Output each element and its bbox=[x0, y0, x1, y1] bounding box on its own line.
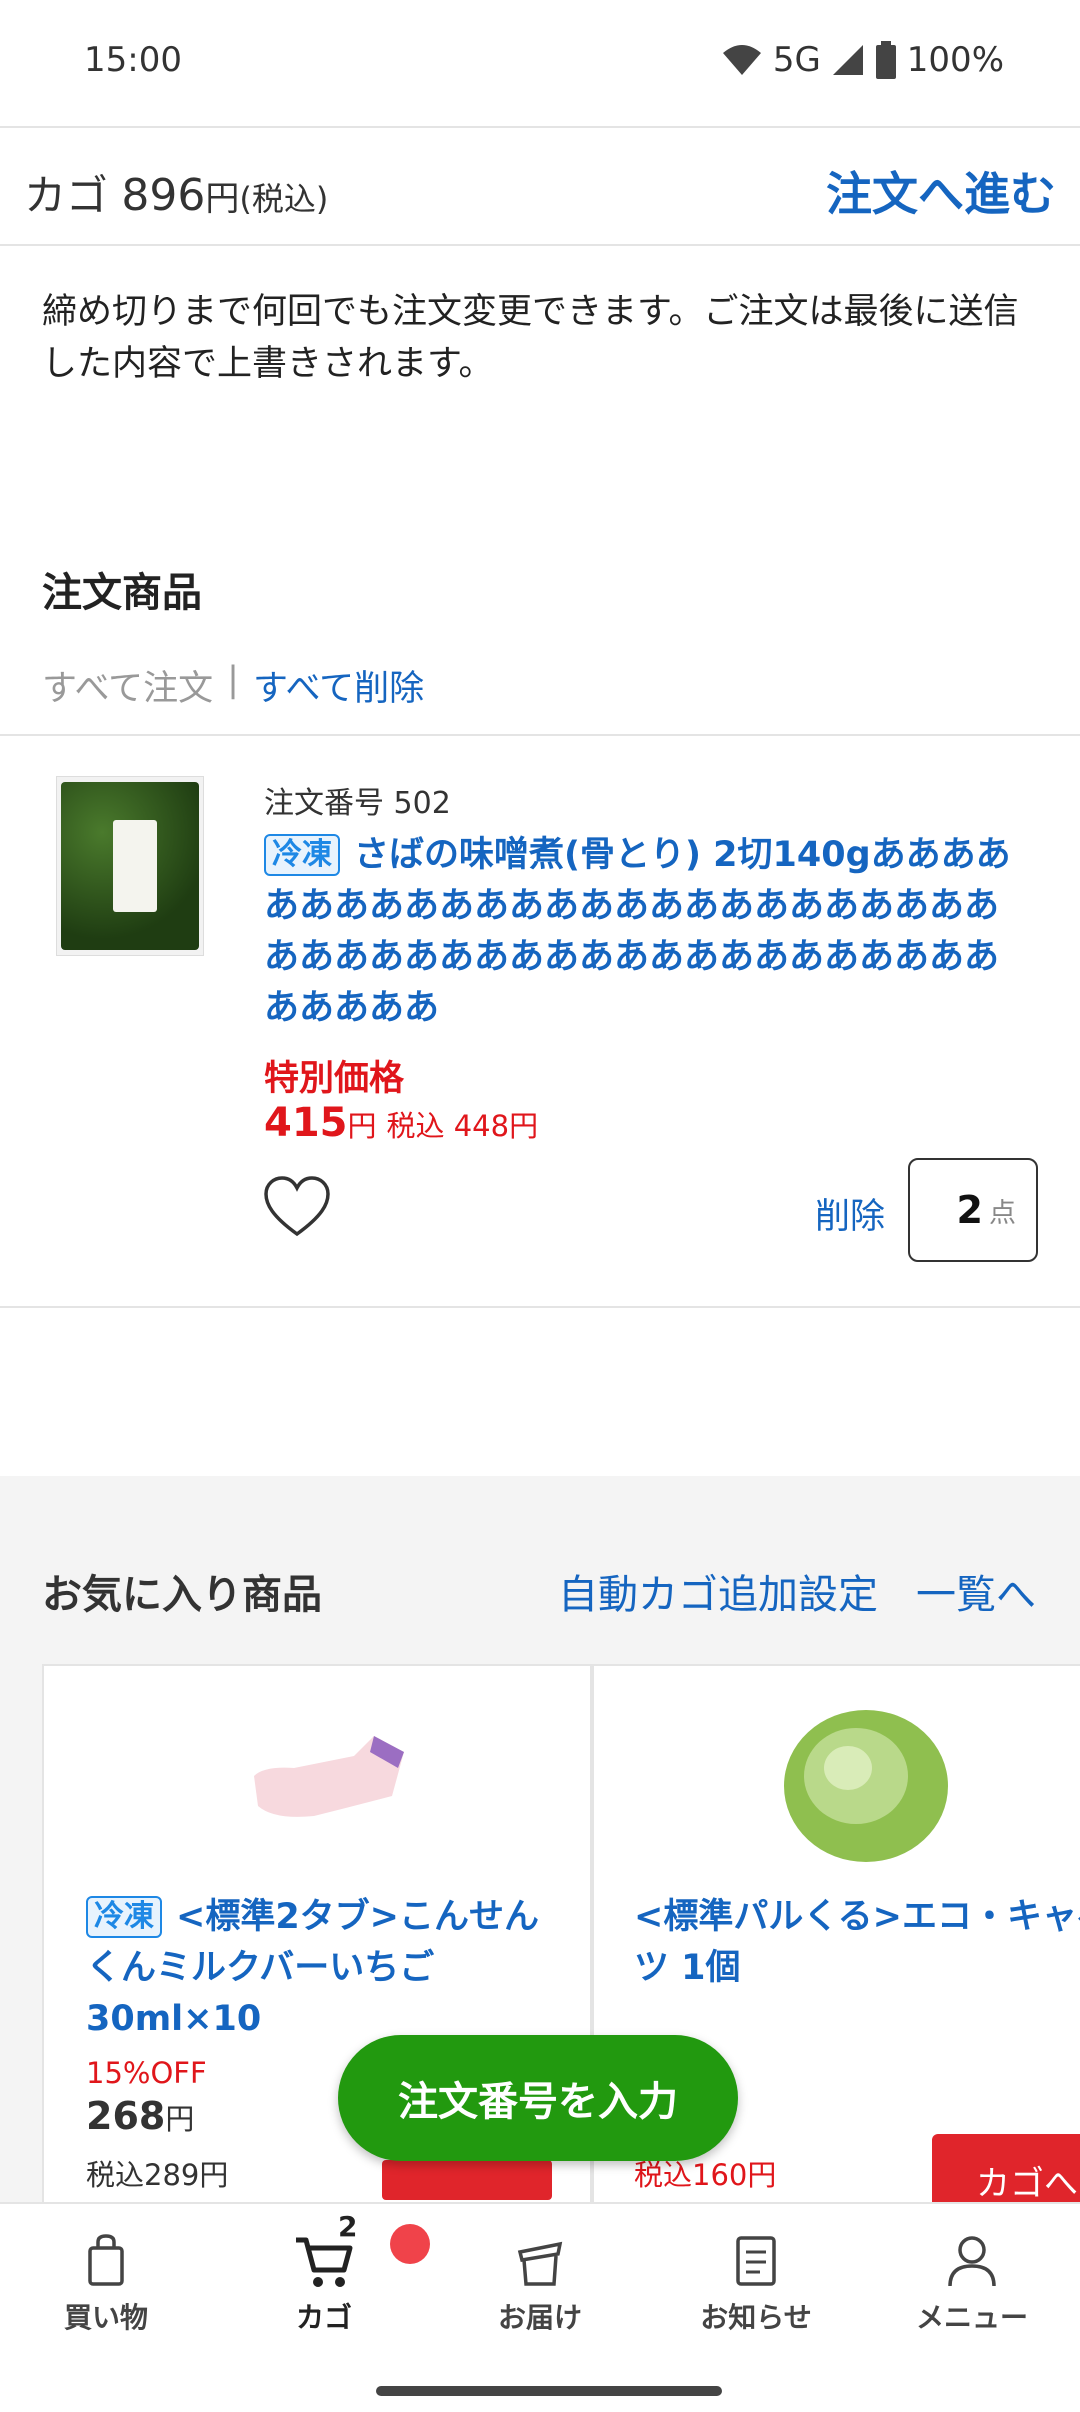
enter-order-number-button[interactable]: 注文番号を入力 bbox=[338, 2035, 738, 2161]
delete-all-button[interactable]: すべて削除 bbox=[253, 660, 424, 711]
status-icons: 5G 100% bbox=[721, 40, 1004, 80]
delivery-box-icon bbox=[517, 2241, 563, 2286]
notification-dot bbox=[390, 2224, 430, 2264]
cart-header: カゴ 896円(税込) 注文へ進む bbox=[0, 126, 1080, 246]
bulk-separator: | bbox=[227, 660, 239, 700]
frozen-tag: 冷凍 bbox=[264, 834, 340, 876]
cart-label: カゴ bbox=[24, 171, 109, 220]
nav-label-shopping: 買い物 bbox=[63, 2301, 148, 2334]
quantity-selector[interactable]: 2 点 bbox=[908, 1158, 1038, 1262]
nav-item-shopping[interactable]: 買い物 bbox=[16, 2230, 196, 2336]
quantity-value: 2 bbox=[956, 1188, 983, 1232]
order-all-button[interactable]: すべて注文 bbox=[42, 660, 213, 711]
cart-total: カゴ 896円(税込) bbox=[24, 162, 328, 223]
battery-level: 100% bbox=[906, 40, 1004, 80]
favorite-tax-price: 税込289円 bbox=[86, 2158, 229, 2192]
home-indicator[interactable] bbox=[376, 2386, 722, 2396]
nav-label-delivery: お届け bbox=[497, 2301, 582, 2334]
add-to-cart-button[interactable] bbox=[382, 2160, 552, 2200]
nav-label-menu: メニュー bbox=[915, 2301, 1028, 2334]
cart-tax-note: (税込) bbox=[239, 180, 329, 218]
order-items-title: 注文商品 bbox=[42, 570, 202, 616]
checkout-link[interactable]: 注文へ進む bbox=[826, 158, 1056, 224]
auto-cart-settings-link[interactable]: 自動カゴ追加設定 bbox=[558, 1562, 878, 1620]
favorite-heart-icon[interactable] bbox=[262, 1174, 332, 1240]
cart-count-badge: 2 bbox=[338, 2210, 358, 2243]
status-bar: 15:00 5G 100% bbox=[0, 0, 1080, 126]
cart-amount: 896 bbox=[121, 170, 206, 221]
product-name: さばの味噌煮(骨とり) 2切140gああああああああああああああああああああああ… bbox=[264, 835, 1011, 1028]
nav-item-delivery[interactable]: お届け bbox=[450, 2230, 630, 2336]
favorites-links: 自動カゴ追加設定 一覧へ bbox=[558, 1562, 1036, 1620]
tax-included-price: 税込 448円 bbox=[386, 1109, 539, 1143]
clipboard-icon bbox=[736, 2236, 776, 2286]
signal-icon bbox=[832, 45, 863, 75]
divider bbox=[0, 734, 1080, 736]
status-time: 15:00 bbox=[84, 40, 182, 80]
product-image bbox=[254, 1736, 404, 1817]
person-icon bbox=[948, 2236, 996, 2287]
favorite-price-unit: 円 bbox=[165, 2102, 195, 2136]
bottom-nav: 買い物 2 カゴ お届け お知らせ メニュー bbox=[0, 2202, 1080, 2412]
favorite-product-name-link[interactable]: 冷凍 <標準2タブ>こんせんくんミルクバーいちご30ml×10 bbox=[86, 1892, 556, 2045]
order-change-notice: 締め切りまで何回でも注文変更できます。ご注文は最後に送信した内容で上書きされます… bbox=[42, 292, 1019, 384]
favorite-product-name[interactable]: <標準パルくる>エコ・キャベツ 1個 bbox=[634, 1892, 1080, 1994]
bulk-actions: すべて注文 | すべて削除 bbox=[42, 660, 424, 711]
favorites-list-link[interactable]: 一覧へ bbox=[916, 1562, 1036, 1620]
battery-icon bbox=[875, 41, 896, 79]
shopping-bag-icon bbox=[88, 2234, 124, 2286]
cart-unit: 円 bbox=[205, 179, 240, 219]
wifi-icon bbox=[722, 45, 761, 75]
nav-label-notifications: お知らせ bbox=[700, 2301, 812, 2334]
price-unit: 円 bbox=[347, 1109, 377, 1143]
favorite-price-value: 268 bbox=[86, 2094, 166, 2138]
nav-label-cart: カゴ bbox=[295, 2301, 352, 2334]
price-value: 415 bbox=[264, 1100, 348, 1146]
divider bbox=[0, 1306, 1080, 1308]
frozen-tag: 冷凍 bbox=[86, 1896, 162, 1938]
favorites-title: お気に入り商品 bbox=[42, 1572, 322, 1618]
product-name-link[interactable]: 冷凍 さばの味噌煮(骨とり) 2切140gああああああああああああああああああああ… bbox=[264, 830, 1024, 1034]
nav-item-notifications[interactable]: お知らせ bbox=[666, 2230, 846, 2336]
nav-item-cart[interactable]: 2 カゴ bbox=[234, 2210, 414, 2336]
discount-label: 15%OFF bbox=[86, 2056, 207, 2090]
special-price-label: 特別価格 bbox=[264, 1059, 405, 1099]
nav-item-menu[interactable]: メニュー bbox=[882, 2230, 1062, 2336]
order-number: 注文番号 502 bbox=[264, 786, 451, 821]
product-image bbox=[784, 1710, 948, 1862]
quantity-unit: 点 bbox=[989, 1197, 1016, 1229]
product-package-image bbox=[61, 782, 199, 950]
delete-item-button[interactable]: 削除 bbox=[815, 1188, 885, 1239]
product-image[interactable] bbox=[56, 776, 204, 956]
favorite-price: 268円 bbox=[86, 2094, 194, 2138]
price-line: 415円 税込 448円 bbox=[264, 1100, 538, 1146]
network-label: 5G bbox=[772, 40, 821, 80]
